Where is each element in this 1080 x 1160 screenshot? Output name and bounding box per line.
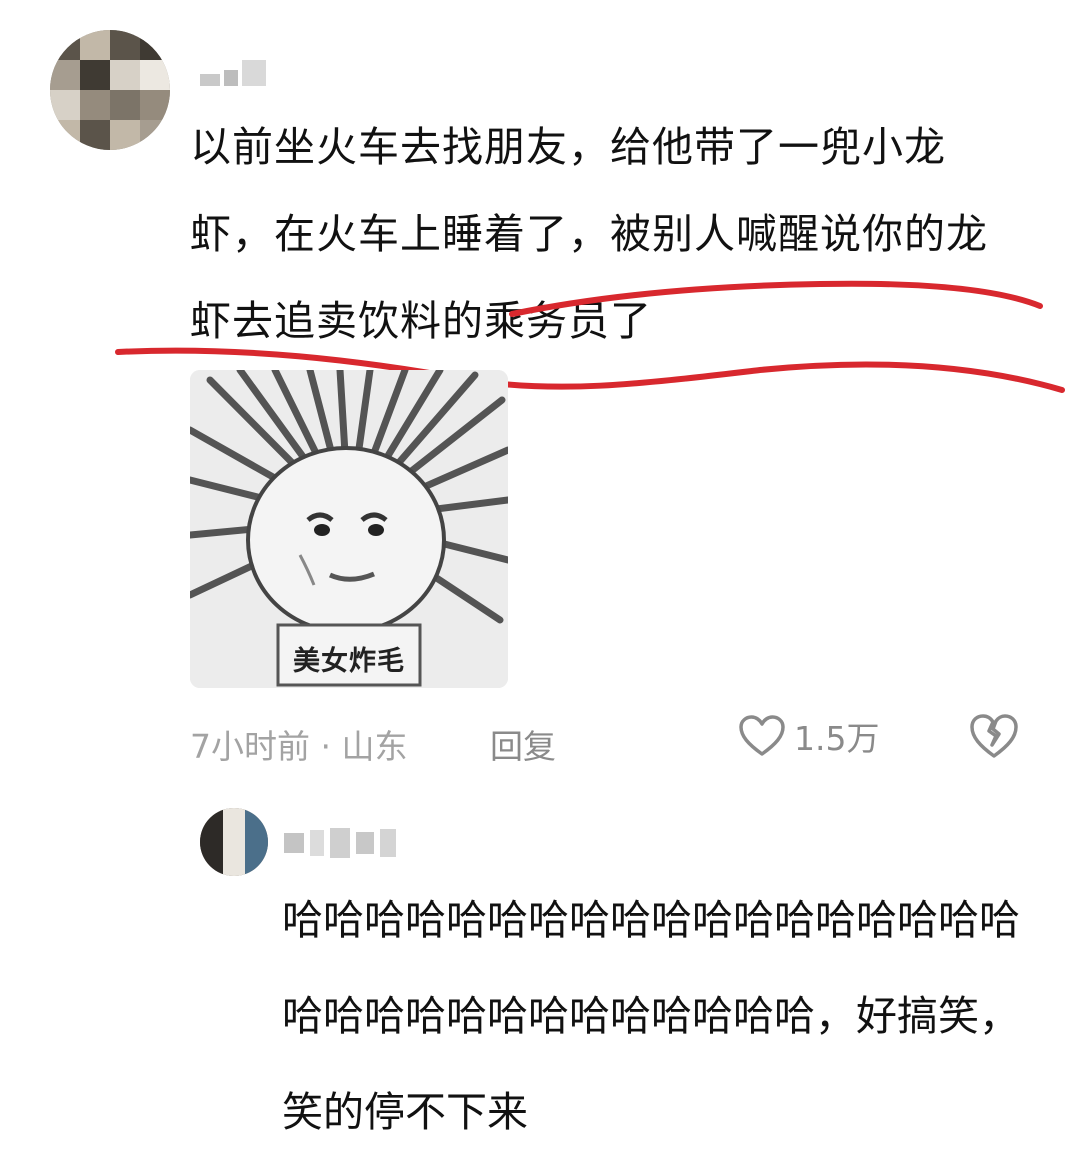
username-blurred[interactable] bbox=[200, 60, 270, 86]
broken-heart-icon bbox=[970, 714, 1018, 758]
avatar-image bbox=[50, 30, 170, 150]
comment-meta-row: 7小时前 · 山东 回复 1.5万 bbox=[190, 712, 1030, 772]
reply-username-blurred[interactable] bbox=[284, 826, 404, 860]
timestamp-location: 7小时前 · 山东 bbox=[190, 727, 408, 766]
reply-text: 哈哈哈哈哈哈哈哈哈哈哈哈哈哈哈哈哈哈哈哈哈哈哈哈哈哈哈哈哈哈哈，好搞笑，笑的停不… bbox=[282, 896, 1020, 1136]
meme-image[interactable]: 美女炸毛 bbox=[190, 370, 508, 688]
meme-caption: 美女炸毛 bbox=[293, 646, 405, 677]
reply-avatar-image bbox=[200, 808, 268, 876]
reply-avatar[interactable] bbox=[200, 808, 268, 876]
heart-outline-icon bbox=[739, 715, 785, 756]
comment-text: 以前坐火车去找朋友，给他带了一兜小龙虾，在火车上睡着了，被别人喊醒说你的龙虾去追… bbox=[190, 123, 988, 345]
dislike-button[interactable] bbox=[968, 712, 1020, 768]
reply-button[interactable]: 回复 bbox=[490, 720, 556, 768]
like-count: 1.5万 bbox=[794, 719, 880, 758]
avatar[interactable] bbox=[50, 30, 170, 150]
like-button[interactable]: 1.5万 bbox=[738, 712, 879, 760]
